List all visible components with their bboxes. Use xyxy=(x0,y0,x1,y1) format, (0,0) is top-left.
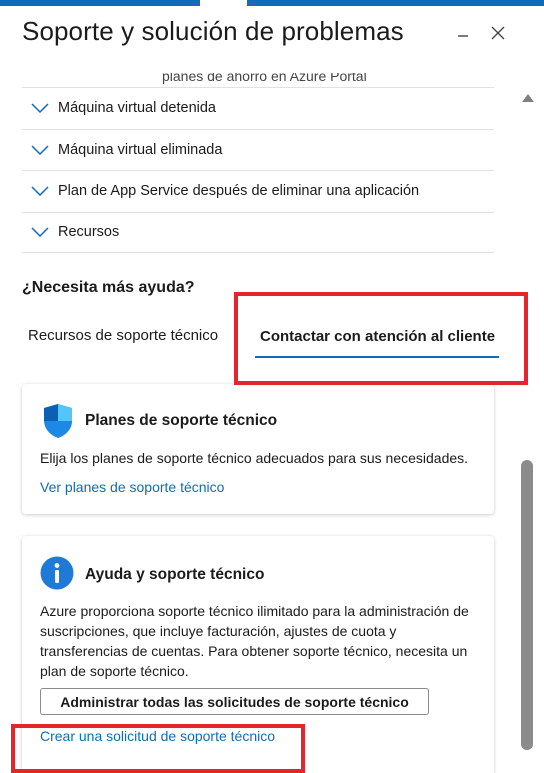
chevron-down-icon xyxy=(22,186,58,197)
shield-icon xyxy=(42,403,74,444)
card-title: Planes de soporte técnico xyxy=(85,412,278,429)
minimize-icon xyxy=(458,35,468,37)
accordion-item-app-service-plan[interactable]: Plan de App Service después de eliminar … xyxy=(22,170,494,212)
top-accent-segment xyxy=(247,0,544,6)
tab-support-resources[interactable]: Recursos de soporte técnico xyxy=(28,327,218,344)
minimize-button[interactable] xyxy=(452,22,474,44)
accordion-cutoff-text: planes de ahorro en Azure Portal xyxy=(162,68,367,84)
info-icon xyxy=(40,556,74,595)
card-description: Azure proporciona soporte técnico ilimit… xyxy=(40,603,469,679)
accordion-item-label: Plan de App Service después de eliminar … xyxy=(58,183,420,200)
panel-title: Soporte y solución de problemas xyxy=(22,16,404,46)
accordion-item-vm-stopped[interactable]: Máquina virtual detenida xyxy=(22,87,494,129)
top-accent-segment xyxy=(0,0,200,6)
top-accent-strip xyxy=(0,0,544,6)
card-title: Ayuda y soporte técnico xyxy=(85,566,265,583)
accordion-item-label: Recursos xyxy=(58,224,120,241)
create-support-request-link[interactable]: Crear una solicitud de soporte técnico xyxy=(40,728,275,744)
tab-selected-indicator xyxy=(255,356,499,358)
accordion-item-label: Máquina virtual detenida xyxy=(58,100,216,117)
help-support-card: Ayuda y soporte técnico Azure proporcion… xyxy=(22,536,494,773)
panel-content[interactable]: planes de ahorro en Azure Portal Máquina… xyxy=(0,64,544,773)
close-icon xyxy=(491,26,505,40)
chevron-down-icon xyxy=(22,227,58,238)
card-description: Elija los planes de soporte técnico adec… xyxy=(40,450,469,466)
accordion-item-vm-deleted[interactable]: Máquina virtual eliminada xyxy=(22,128,494,171)
chevron-down-icon xyxy=(22,145,58,155)
accordion-list: Máquina virtual detenida Máquina virtual… xyxy=(22,87,494,253)
support-plans-card: Planes de soporte técnico Elija los plan… xyxy=(22,384,494,514)
accordion-item-resources[interactable]: Recursos xyxy=(22,211,494,253)
tab-contact-support[interactable]: Contactar con atención al cliente xyxy=(243,319,499,358)
more-help-heading: ¿Necesita más ayuda? xyxy=(22,279,195,296)
view-support-plans-link[interactable]: Ver planes de soporte técnico xyxy=(40,479,224,495)
tab-label: Contactar con atención al cliente xyxy=(260,328,496,345)
close-button[interactable] xyxy=(487,22,509,44)
accordion-item-label: Máquina virtual eliminada xyxy=(58,141,223,158)
scroll-up-arrow-icon[interactable] xyxy=(521,90,535,108)
chevron-down-icon xyxy=(22,103,58,114)
scrollbar-thumb[interactable] xyxy=(521,460,533,750)
manage-support-requests-button[interactable]: Administrar todas las solicitudes de sop… xyxy=(40,688,429,715)
